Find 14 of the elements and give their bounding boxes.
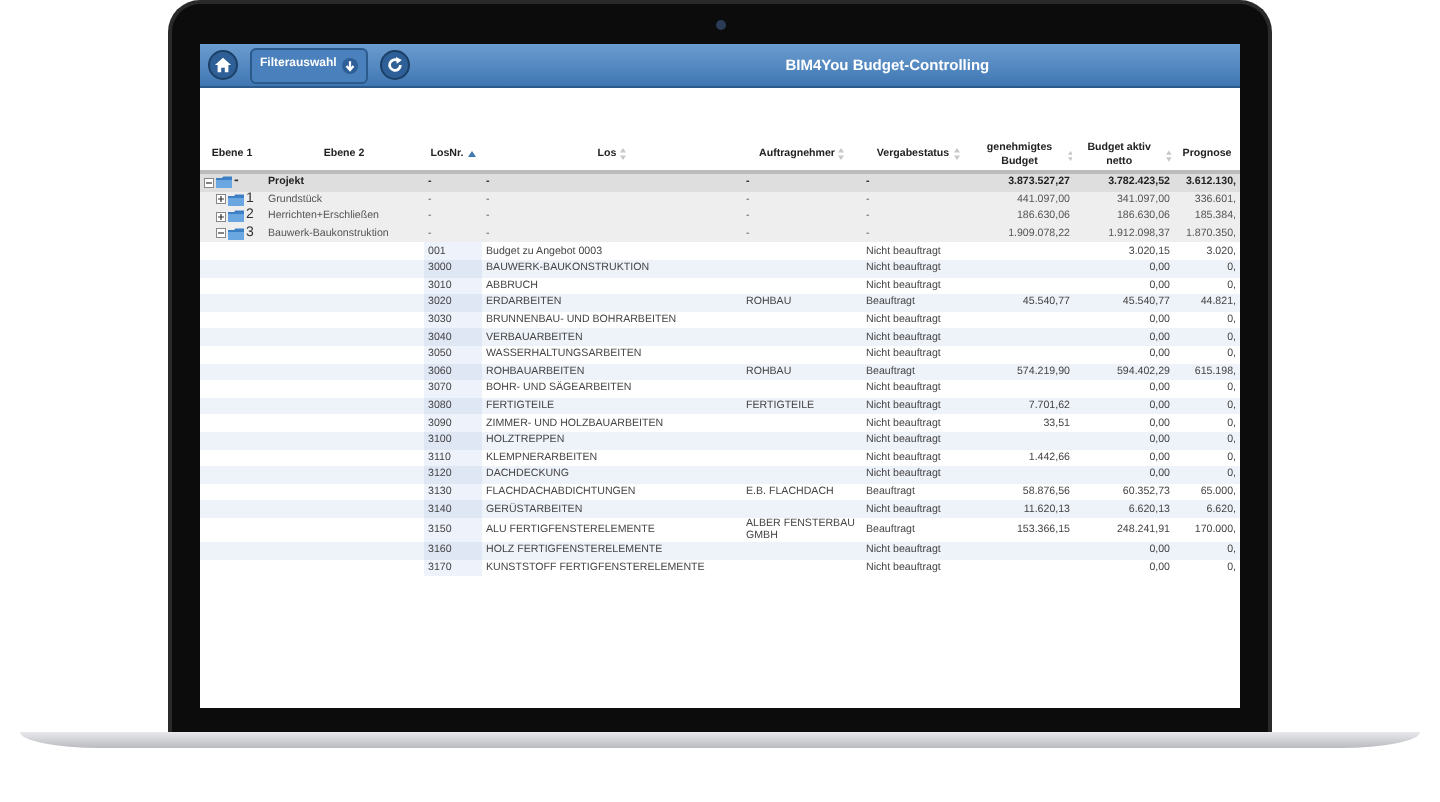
refresh-button[interactable] [380, 50, 411, 80]
folder-icon [228, 193, 244, 206]
refresh-icon [386, 56, 405, 74]
home-button[interactable] [208, 50, 238, 80]
folder-icon [216, 176, 232, 189]
folder-icon [228, 210, 244, 223]
expand-icon[interactable] [216, 211, 226, 222]
collapse-icon[interactable] [204, 177, 214, 188]
collapse-icon[interactable] [216, 228, 226, 239]
expand-icon[interactable] [216, 194, 226, 205]
download-arrow-icon [342, 57, 359, 73]
home-icon [214, 56, 232, 74]
folder-icon [228, 227, 244, 240]
camera-icon [716, 20, 726, 30]
